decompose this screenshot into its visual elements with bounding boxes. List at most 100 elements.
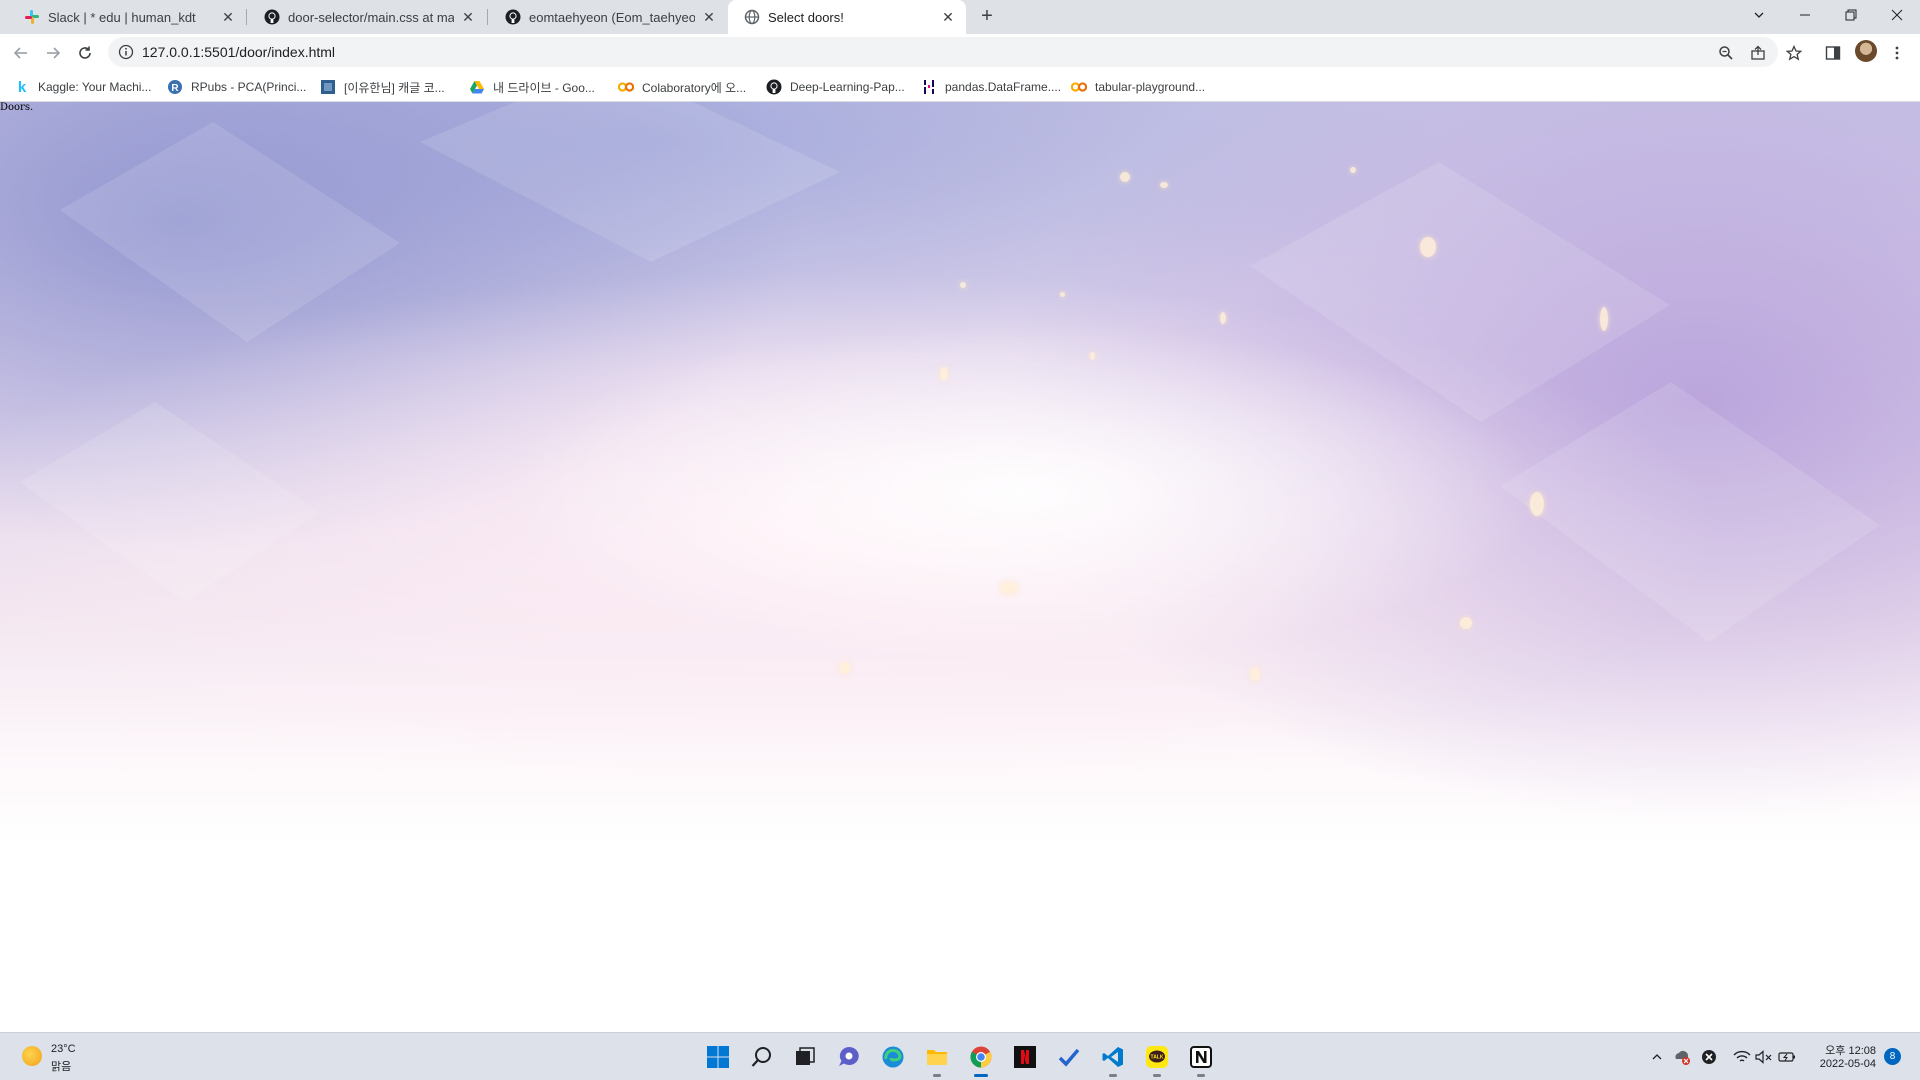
bookmark-label: Deep-Learning-Pap...	[790, 80, 905, 94]
todo-check-icon[interactable]	[1055, 1043, 1083, 1071]
close-icon[interactable]: ✕	[701, 9, 717, 25]
tab-search-chevron-icon[interactable]	[1736, 0, 1782, 30]
tab-select-doors[interactable]: Select doors! ✕	[728, 0, 966, 34]
netflix-icon[interactable]	[1011, 1043, 1039, 1071]
bookmark-tabular-playground[interactable]: tabular-playground...	[1071, 77, 1205, 97]
google-drive-icon	[469, 79, 485, 95]
bookmark-kaggle[interactable]: k Kaggle: Your Machi...	[14, 77, 152, 97]
clock-time[interactable]: 오후 12:08	[1820, 1042, 1876, 1058]
svg-text:R: R	[171, 83, 179, 94]
close-icon[interactable]: ✕	[460, 9, 476, 25]
edge-icon[interactable]	[879, 1043, 907, 1071]
tab-title: door-selector/main.css at main	[288, 9, 454, 25]
bookmark-kaggle-kr[interactable]: [이유한님] 캐글 코...	[320, 77, 445, 97]
tab-title: eomtaehyeon (Eom_taehyeon)	[529, 9, 695, 25]
teams-chat-icon[interactable]	[835, 1043, 863, 1071]
search-icon[interactable]	[748, 1043, 776, 1071]
zoom-icon[interactable]	[1717, 44, 1735, 62]
close-icon[interactable]: ✕	[940, 9, 956, 25]
more-menu-icon[interactable]	[1887, 43, 1907, 63]
tab-separator	[246, 9, 247, 25]
sparkle	[1000, 582, 1018, 594]
side-panel-icon[interactable]	[1823, 43, 1843, 63]
bookmarks-bar: k Kaggle: Your Machi... R RPubs - PCA(Pr…	[0, 71, 1920, 102]
sparkle	[1420, 237, 1436, 257]
windows-start-icon[interactable]	[704, 1043, 732, 1071]
bookmark-star-icon[interactable]	[1784, 43, 1804, 63]
kakaotalk-icon[interactable]: TALK	[1143, 1043, 1171, 1077]
minimize-button[interactable]	[1782, 0, 1828, 30]
bookmark-label: Kaggle: Your Machi...	[38, 80, 152, 94]
running-indicator	[1197, 1074, 1205, 1077]
weather-temperature[interactable]: 23°C	[51, 1043, 76, 1055]
close-window-button[interactable]	[1874, 0, 1920, 30]
kaggle-icon: k	[17, 78, 27, 96]
sync-error-icon[interactable]	[1673, 1048, 1691, 1066]
tab-github-profile[interactable]: eomtaehyeon (Eom_taehyeon) ✕	[489, 0, 727, 34]
folder-icon[interactable]	[923, 1043, 951, 1077]
site-info-icon[interactable]	[118, 44, 134, 60]
background-facet	[1250, 162, 1670, 422]
bookmark-label: 내 드라이브 - Goo...	[493, 80, 595, 95]
sparkle	[1460, 617, 1472, 629]
volume-muted-icon[interactable]	[1755, 1048, 1773, 1066]
clock-date[interactable]: 2022-05-04	[1810, 1058, 1876, 1070]
tab-github-main-css[interactable]: door-selector/main.css at main ✕	[248, 0, 486, 34]
notification-badge[interactable]: 8	[1884, 1048, 1901, 1065]
notion-icon[interactable]	[1187, 1043, 1215, 1077]
sparkle	[940, 367, 948, 381]
bookmark-pandas[interactable]: pandas.DataFrame....	[921, 77, 1061, 97]
sparkle	[1060, 292, 1065, 297]
sparkle	[1600, 307, 1608, 331]
restore-button[interactable]	[1828, 0, 1874, 30]
wifi-icon[interactable]	[1733, 1048, 1751, 1066]
page-background: Doors.	[0, 102, 1920, 1032]
profile-avatar[interactable]	[1855, 40, 1877, 62]
bookmark-label: pandas.DataFrame....	[945, 80, 1062, 94]
github-icon	[264, 9, 280, 25]
chrome-icon[interactable]	[967, 1043, 995, 1077]
kaggle-kr-icon	[320, 79, 336, 95]
pandas-icon	[921, 79, 937, 95]
sparkle	[1160, 182, 1168, 188]
bookmark-google-drive[interactable]: 내 드라이브 - Goo...	[469, 77, 595, 97]
windows-taskbar: 23°C 맑음 TALK 오후 12:08 2022-05-04 8	[0, 1032, 1920, 1080]
browser-toolbar: 127.0.0.1:5501/door/index.html	[0, 34, 1920, 71]
bookmark-rpubs[interactable]: R RPubs - PCA(Princi...	[167, 77, 306, 97]
weather-sun-icon[interactable]	[22, 1046, 42, 1066]
reload-button[interactable]	[72, 40, 98, 66]
background-facet	[1500, 382, 1880, 642]
background-facet	[420, 102, 840, 262]
sparkle	[1090, 352, 1095, 360]
chevron-up-icon[interactable]	[1648, 1048, 1666, 1066]
close-circle-icon[interactable]	[1700, 1048, 1718, 1066]
sparkle	[1350, 167, 1356, 173]
tab-slack[interactable]: Slack | * edu | human_kdt ✕	[8, 0, 246, 34]
bookmark-deep-learning-papers[interactable]: Deep-Learning-Pap...	[766, 77, 905, 97]
globe-icon	[744, 9, 760, 25]
running-indicator	[1153, 1074, 1161, 1077]
svg-text:TALK: TALK	[1151, 1055, 1164, 1061]
address-bar[interactable]: 127.0.0.1:5501/door/index.html	[108, 37, 1778, 67]
vscode-icon[interactable]	[1099, 1043, 1127, 1077]
url-text[interactable]: 127.0.0.1:5501/door/index.html	[142, 44, 335, 60]
sparkle	[1220, 312, 1226, 324]
github-icon	[505, 9, 521, 25]
colab-icon	[1071, 79, 1087, 95]
share-icon[interactable]	[1749, 44, 1767, 62]
sparkle	[1530, 492, 1544, 516]
battery-charging-icon[interactable]	[1778, 1048, 1796, 1066]
bookmark-label: RPubs - PCA(Princi...	[191, 80, 307, 94]
background-facet	[60, 122, 400, 342]
close-icon[interactable]: ✕	[220, 9, 236, 25]
back-button[interactable]	[8, 40, 34, 66]
sparkle	[960, 282, 966, 288]
colab-icon	[618, 79, 634, 95]
slack-icon	[24, 9, 40, 25]
task-view-icon[interactable]	[791, 1043, 819, 1071]
forward-button[interactable]	[40, 40, 66, 66]
weather-condition[interactable]: 맑음	[51, 1058, 71, 1074]
new-tab-button[interactable]: +	[975, 5, 999, 29]
tab-title: Select doors!	[768, 9, 844, 25]
bookmark-colab[interactable]: Colaboratory에 오...	[618, 77, 746, 97]
